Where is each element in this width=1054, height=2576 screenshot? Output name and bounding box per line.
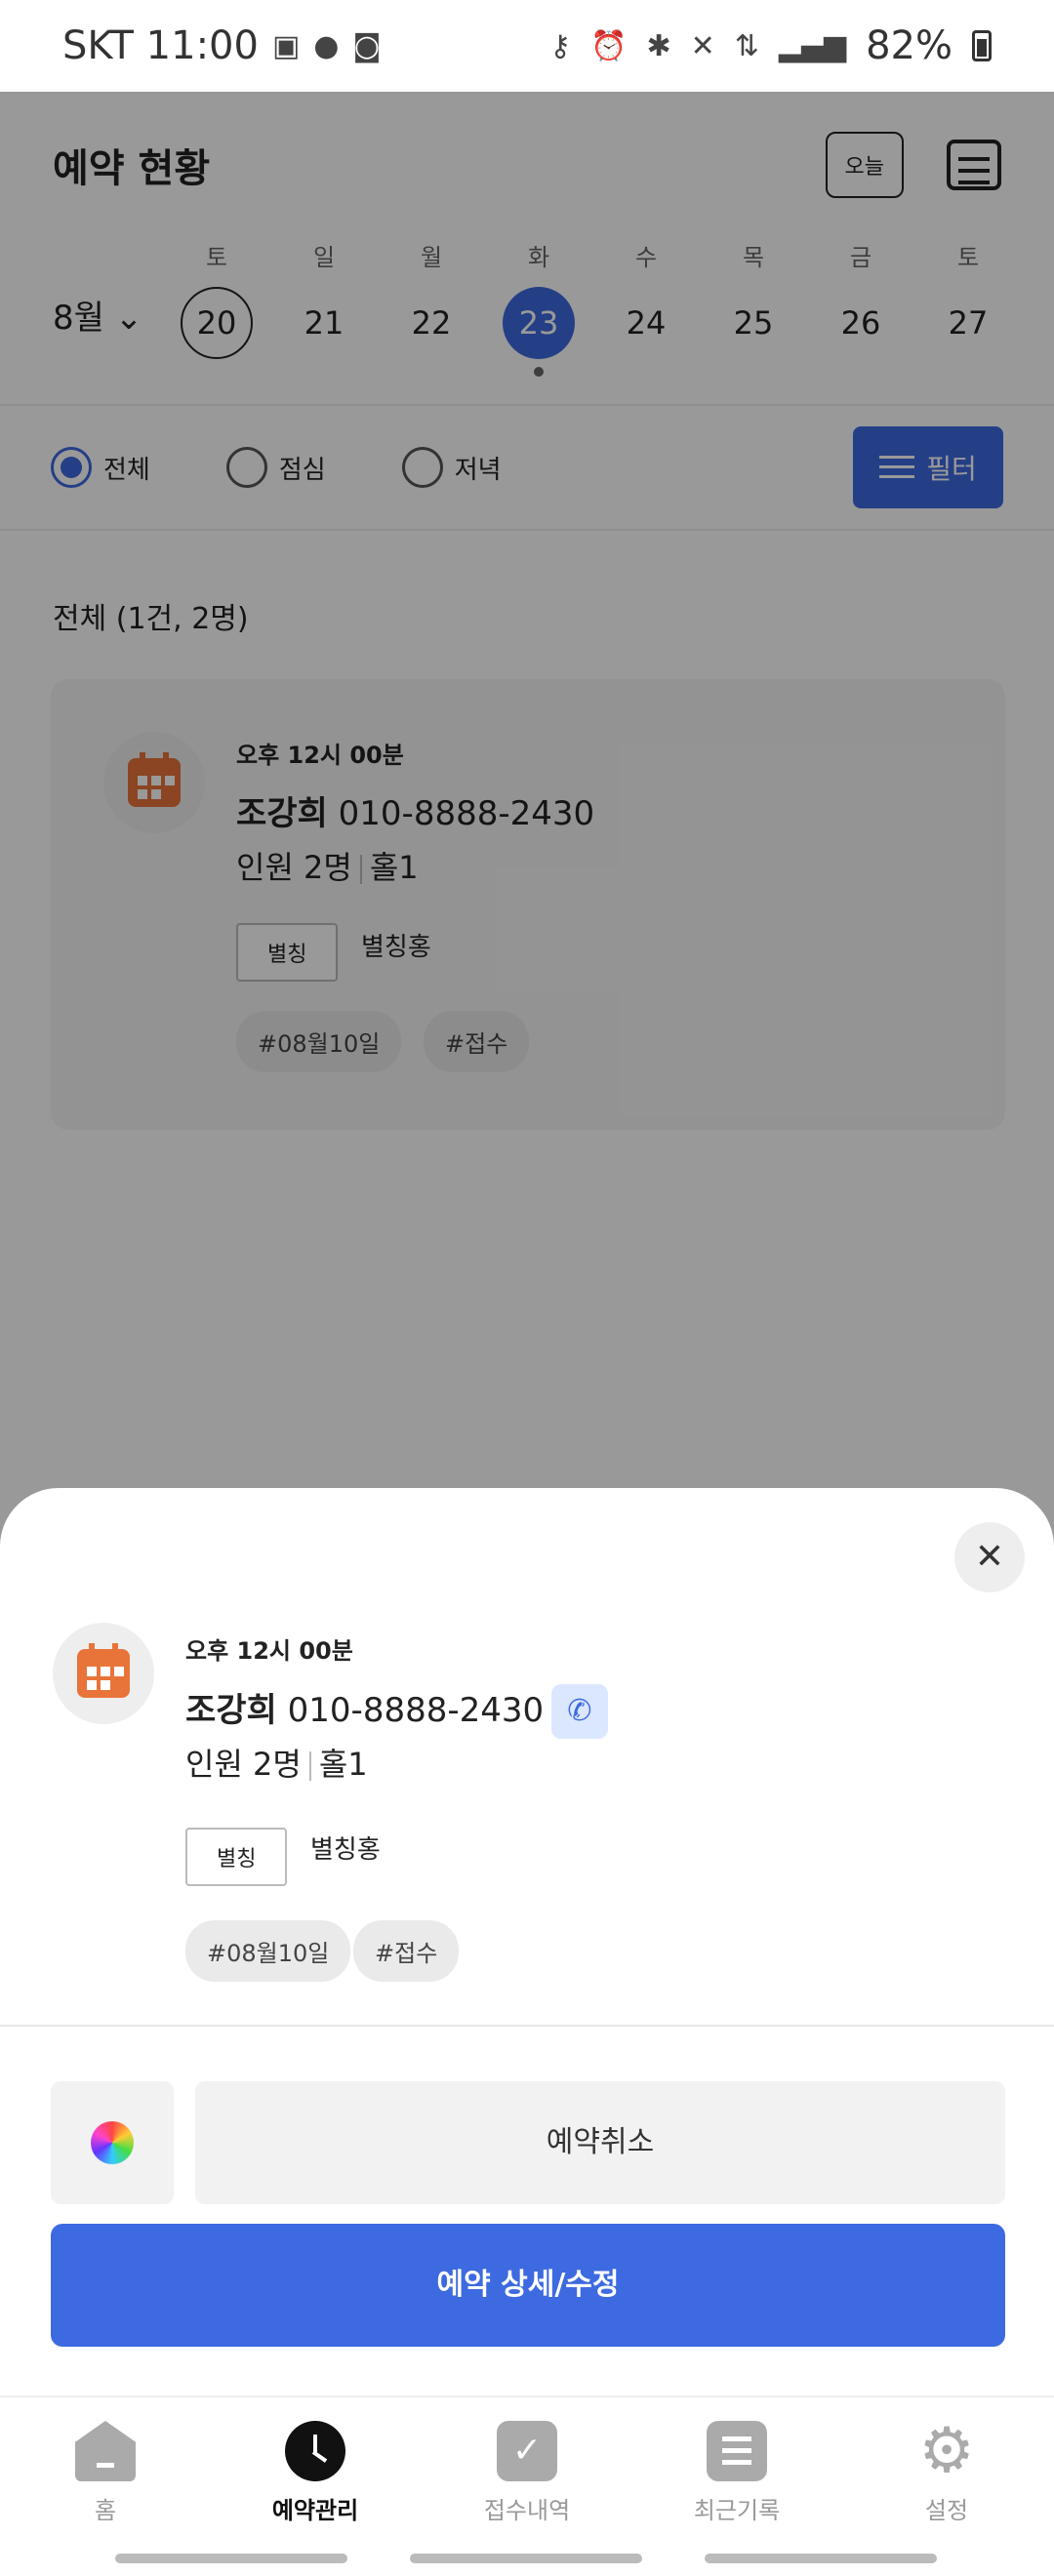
nav-recent[interactable]: 최근기록 — [639, 2421, 834, 2525]
reservation-contact: 조강희 010-8888-2430 — [185, 1683, 544, 1731]
nav-received[interactable]: 접수내역 — [429, 2421, 625, 2525]
gear-icon: ⚙ — [918, 2415, 975, 2487]
reservation-time: 오후 12시 00분 — [185, 1637, 353, 1665]
hall-name: 홀1 — [318, 1746, 368, 1783]
nav-reservations[interactable]: 예약관리 — [218, 2421, 413, 2525]
calendar-icon — [77, 1643, 130, 1698]
lte-icon: ⇅ — [734, 28, 759, 63]
nav-label: 홈 — [94, 2497, 117, 2524]
talk-icon: ● — [313, 28, 340, 63]
divider — [308, 1751, 311, 1781]
guest-phone: 010-8888-2430 — [287, 1691, 545, 1730]
alarm-icon: ⏰ — [590, 28, 628, 63]
reservation-bottom-sheet: ✕ 오후 12시 00분 조강희 010-8888-2430 ✆ 인원 2명 홀1… — [0, 1488, 1054, 2395]
alias-value: 별칭홍 — [310, 1835, 381, 1865]
mute-icon: ✕ — [690, 28, 715, 63]
battery-icon — [972, 30, 992, 61]
reservation-info: 인원 2명 홀1 — [185, 1740, 368, 1785]
nav-settings[interactable]: ⚙ 설정 — [849, 2415, 1044, 2525]
hashtag-chip: #08월10일 — [185, 1920, 351, 1982]
nav-label: 예약관리 — [271, 2497, 359, 2524]
people-count: 인원 2명 — [185, 1746, 302, 1783]
gesture-bar — [115, 2554, 347, 2563]
signal-icon: ▂▄▆ — [778, 28, 847, 63]
close-icon: ✕ — [974, 1537, 1005, 1577]
hashtag-chip: #접수 — [353, 1920, 460, 1982]
edit-reservation-button[interactable]: 예약 상세/수정 — [51, 2224, 1005, 2347]
color-picker-button[interactable] — [51, 2081, 174, 2204]
call-button[interactable]: ✆ — [551, 1684, 608, 1739]
bluetooth-icon: ✱ — [646, 28, 671, 63]
ghost-icon: ◙ — [352, 28, 382, 63]
status-time: SKT 11:00 — [62, 23, 259, 68]
color-wheel-icon — [91, 2121, 134, 2164]
bottom-navigation: 홈 예약관리 접수내역 최근기록 ⚙ 설정 — [0, 2395, 1054, 2576]
battery-percent: 82% — [866, 23, 953, 68]
nav-label: 접수내역 — [483, 2497, 571, 2524]
nav-label: 최근기록 — [693, 2497, 781, 2524]
status-bar: SKT 11:00 ▣ ● ◙ ⚷ ⏰ ✱ ✕ ⇅ ▂▄▆ 82% — [0, 0, 1054, 92]
nav-label: 설정 — [924, 2497, 969, 2524]
key-icon: ⚷ — [549, 28, 572, 63]
clock-icon — [285, 2421, 345, 2481]
gesture-bar — [705, 2554, 937, 2563]
reservation-avatar — [53, 1623, 154, 1724]
alias-tag: 별칭 — [185, 1828, 288, 1886]
document-icon — [707, 2421, 767, 2481]
gesture-bar — [410, 2554, 642, 2563]
calendar-check-icon — [497, 2421, 557, 2481]
gallery-icon: ▣ — [271, 28, 301, 63]
nav-home[interactable]: 홈 — [8, 2421, 203, 2525]
close-button[interactable]: ✕ — [954, 1522, 1025, 1592]
cancel-reservation-button[interactable]: 예약취소 — [195, 2081, 1005, 2204]
guest-name: 조강희 — [185, 1691, 277, 1730]
sheet-divider — [0, 2025, 1054, 2027]
phone-icon: ✆ — [567, 1694, 592, 1728]
home-icon — [75, 2421, 136, 2481]
